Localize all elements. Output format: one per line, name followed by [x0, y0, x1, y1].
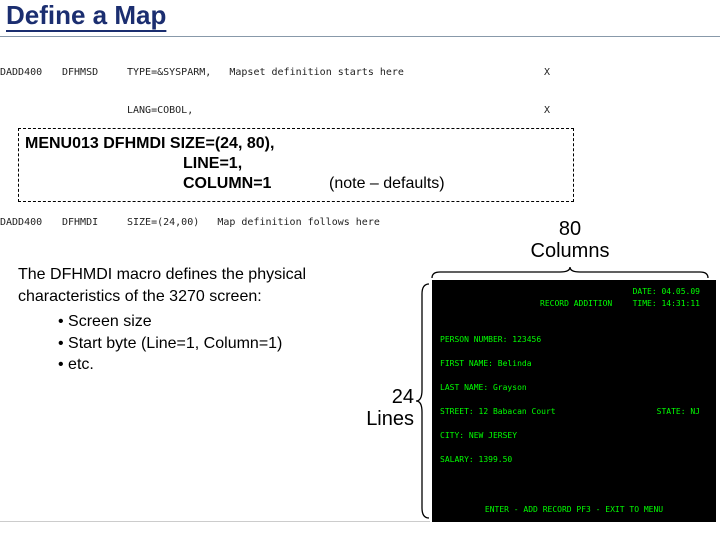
definition-line-3: COLUMN=1	[183, 175, 271, 193]
page-number: 16	[0, 525, 720, 536]
terminal-field: FIRST NAME: Belinda	[440, 358, 708, 370]
code-col1: DADD400	[0, 217, 62, 230]
page-title: Define a Map	[6, 0, 166, 31]
terminal-field: SALARY: 1399.50	[440, 454, 708, 466]
code-note: Mapset definition starts here	[229, 67, 404, 78]
body-intro-1: The DFHMDI macro defines the physical	[18, 266, 306, 283]
lines-label: 24 Lines	[344, 386, 414, 430]
code-col2: DFHMDI	[62, 217, 127, 230]
code-continuation: X	[544, 105, 550, 118]
code-continuation: X	[544, 67, 550, 80]
body-paragraph: The DFHMDI macro defines the physical ch…	[18, 264, 388, 376]
columns-label: 80 Columns	[520, 218, 620, 262]
terminal-field: STATE: NJ	[657, 406, 700, 418]
body-bullet: etc.	[58, 354, 388, 376]
lines-count: 24	[392, 386, 414, 408]
terminal-field: CITY: NEW JERSEY	[440, 430, 708, 442]
body-bullet: Screen size	[58, 311, 388, 333]
terminal-date: DATE: 04.05.09	[633, 286, 700, 298]
brace-horizontal-icon	[430, 266, 710, 280]
footer-rule	[0, 521, 430, 522]
terminal-time: TIME: 14:31:11	[633, 298, 700, 310]
code-note: Map definition follows here	[217, 217, 380, 228]
terminal-field: PERSON NUMBER: 123456	[440, 334, 708, 346]
terminal-field: LAST NAME: Grayson	[440, 382, 708, 394]
title-underline-rule	[0, 36, 720, 37]
definition-line-2: LINE=1,	[183, 155, 242, 173]
columns-word: Columns	[531, 240, 610, 262]
body-intro-2: characteristics of the 3270 screen:	[18, 288, 262, 305]
terminal-3270: DATE: 04.05.09 RECORD ADDITION TIME: 14:3…	[432, 280, 716, 522]
terminal-footer: ENTER - ADD RECORD PF3 - EXIT TO MENU	[432, 504, 716, 516]
columns-count: 80	[559, 218, 581, 240]
definition-box: MENU013 DFHMDI SIZE=(24, 80), LINE=1, CO…	[18, 128, 574, 202]
code-rest: SIZE=(24,00)	[127, 217, 199, 228]
lines-word: Lines	[366, 408, 414, 430]
definition-line-1: MENU013 DFHMDI SIZE=(24, 80),	[25, 135, 274, 153]
code-rest: LANG=COBOL,	[127, 105, 193, 116]
definition-note: (note – defaults)	[329, 175, 445, 193]
terminal-field: STREET: 12 Babacan Court	[440, 407, 556, 416]
code-rest: TYPE=&SYSPARM,	[127, 67, 211, 78]
brace-vertical-icon	[414, 282, 432, 520]
body-bullet: Start byte (Line=1, Column=1)	[58, 333, 388, 355]
code-col1: DADD400	[0, 67, 62, 80]
code-col2: DFHMSD	[62, 67, 127, 80]
terminal-heading: RECORD ADDITION	[540, 298, 612, 310]
